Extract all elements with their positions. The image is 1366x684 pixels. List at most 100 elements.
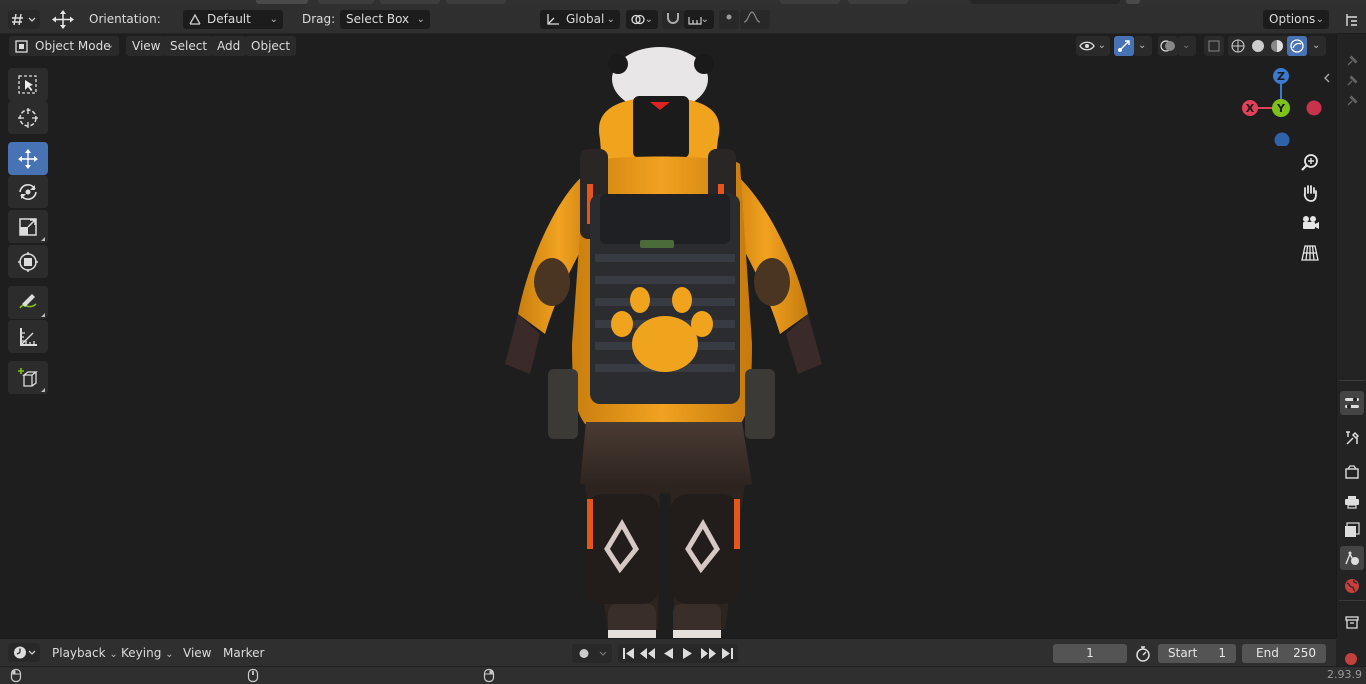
rendered-shading-button[interactable]: [1287, 36, 1307, 56]
snap-target-dropdown[interactable]: ⌄: [684, 10, 714, 29]
material-shading-icon[interactable]: [1270, 39, 1284, 53]
visibility-dropdown[interactable]: ⌄: [1076, 36, 1110, 56]
collection-properties-tab[interactable]: [1340, 610, 1364, 634]
jump-start-icon[interactable]: [623, 648, 634, 659]
rotate-tool[interactable]: [8, 175, 48, 208]
output-properties-tab[interactable]: [1340, 490, 1364, 514]
mode-dropdown[interactable]: Object Mode ⌄: [9, 36, 119, 56]
annotate-tool[interactable]: [8, 286, 48, 319]
falloff-curve-icon: [743, 11, 761, 23]
3d-viewport[interactable]: Object Mode ⌄ View Select Add Object ⌄ ⌄…: [0, 34, 1336, 638]
properties-editor-toggle[interactable]: [1340, 391, 1364, 415]
start-frame-field[interactable]: Start 1: [1158, 644, 1236, 663]
move-tool-icon[interactable]: [50, 9, 76, 30]
drag-value: Select Box: [346, 12, 410, 26]
overlays-icon: [1160, 40, 1175, 52]
workspace-tab[interactable]: [318, 0, 374, 4]
snap-toggle[interactable]: [662, 10, 684, 29]
transform-tool[interactable]: [8, 245, 48, 278]
timeline-menu-view[interactable]: View: [179, 643, 215, 663]
scene-selector[interactable]: [970, 0, 1120, 4]
add-cube-tool[interactable]: [8, 361, 48, 394]
move-tool[interactable]: [8, 142, 48, 175]
collection-box-icon: [1345, 616, 1359, 629]
pin-icon[interactable]: [1345, 74, 1359, 88]
gizmo-toggle[interactable]: [1114, 36, 1134, 56]
play-reverse-icon[interactable]: [664, 648, 673, 659]
preview-range-toggle[interactable]: [1133, 644, 1153, 663]
outliner-icon[interactable]: [1344, 12, 1360, 28]
wrench-screwdriver-icon: [1346, 431, 1360, 445]
workspace-tab[interactable]: [446, 0, 506, 4]
character-model[interactable]: [490, 44, 840, 638]
end-frame-field[interactable]: End 250: [1242, 644, 1326, 663]
camera-view-button[interactable]: [1297, 210, 1323, 236]
overlays-toggle[interactable]: [1158, 36, 1178, 56]
pin-icon[interactable]: [1345, 94, 1359, 108]
scene-icon: [1345, 551, 1359, 565]
workspace-tab-active[interactable]: [256, 0, 308, 4]
drag-dropdown[interactable]: Select Box ⌄: [340, 10, 430, 29]
move-icon: [18, 148, 38, 169]
play-icon[interactable]: [683, 648, 692, 659]
menu-view[interactable]: View: [126, 36, 167, 56]
shading-dropdown[interactable]: ⌄: [1308, 36, 1326, 56]
overlays-dropdown[interactable]: ⌄: [1178, 36, 1196, 56]
select-box-icon: [18, 74, 37, 94]
workspace-tab[interactable]: [380, 0, 440, 4]
scene-properties-tab[interactable]: [1340, 546, 1364, 570]
rendered-shading-icon: [1290, 39, 1304, 53]
pin-icon[interactable]: [1345, 54, 1359, 68]
world-properties-tab[interactable]: [1340, 574, 1364, 598]
menu-marker[interactable]: Marker: [219, 643, 268, 663]
auto-keying-toggle[interactable]: [572, 644, 612, 663]
workspace-tab[interactable]: [848, 0, 908, 4]
xray-toggle[interactable]: [1204, 36, 1224, 56]
chevron-down-icon: ⌄: [1097, 40, 1106, 51]
tool-variants-indicator: [41, 237, 45, 241]
scene-button[interactable]: [1126, 0, 1140, 4]
render-properties-tab[interactable]: [1340, 461, 1364, 485]
orientation-dropdown[interactable]: Default ⌄: [183, 10, 283, 29]
pivot-point-dropdown[interactable]: ⌄: [626, 10, 658, 29]
options-dropdown[interactable]: Options ⌄: [1263, 10, 1329, 29]
tool-properties-tab[interactable]: [1340, 426, 1364, 450]
current-frame-field[interactable]: 1: [1053, 644, 1127, 663]
jump-end-icon[interactable]: [722, 648, 733, 659]
next-keyframe-icon[interactable]: [701, 648, 716, 659]
navigation-gizmo[interactable]: Z X Y: [1238, 64, 1328, 146]
scale-icon: [19, 217, 37, 236]
view-layer-properties-tab[interactable]: [1340, 518, 1364, 542]
transform-orientation-dropdown[interactable]: Global ⌄: [540, 10, 620, 29]
wireframe-shading-icon[interactable]: [1231, 39, 1245, 53]
pan-button[interactable]: [1297, 180, 1323, 206]
version-label: 2.93.9: [1327, 668, 1362, 681]
cursor-tool[interactable]: [8, 101, 48, 134]
start-label: Start: [1168, 646, 1198, 660]
prev-keyframe-icon[interactable]: [640, 648, 655, 659]
workspace-tab[interactable]: [780, 0, 840, 4]
menu-add[interactable]: Add: [211, 36, 247, 56]
proportional-falloff-dropdown[interactable]: [740, 10, 770, 29]
chevron-down-icon: ⌄: [1312, 40, 1321, 51]
solid-shading-icon[interactable]: [1251, 39, 1265, 53]
timeline-editor-type-button[interactable]: [8, 643, 40, 662]
select-box-tool[interactable]: [8, 68, 48, 101]
perspective-toggle[interactable]: [1297, 240, 1323, 266]
cursor-icon: [18, 107, 38, 128]
scale-tool[interactable]: [8, 210, 48, 243]
proportional-editing-toggle[interactable]: [719, 10, 739, 29]
mode-value: Object Mode: [35, 39, 111, 53]
menu-select[interactable]: Select: [164, 36, 214, 56]
editor-type-button[interactable]: [8, 10, 40, 29]
measure-tool[interactable]: [8, 320, 48, 353]
menu-playback[interactable]: Playback ⌄: [48, 643, 122, 663]
gizmo-icon: [1118, 40, 1130, 52]
chevron-left-icon[interactable]: [1322, 72, 1332, 84]
menu-keying[interactable]: Keying ⌄: [117, 643, 178, 663]
ruler-icon: [20, 327, 37, 346]
menu-object[interactable]: Object: [245, 36, 297, 56]
status-bar: 2.93.9: [0, 666, 1366, 684]
gizmo-dropdown[interactable]: ⌄: [1134, 36, 1152, 56]
zoom-button[interactable]: [1297, 150, 1323, 176]
